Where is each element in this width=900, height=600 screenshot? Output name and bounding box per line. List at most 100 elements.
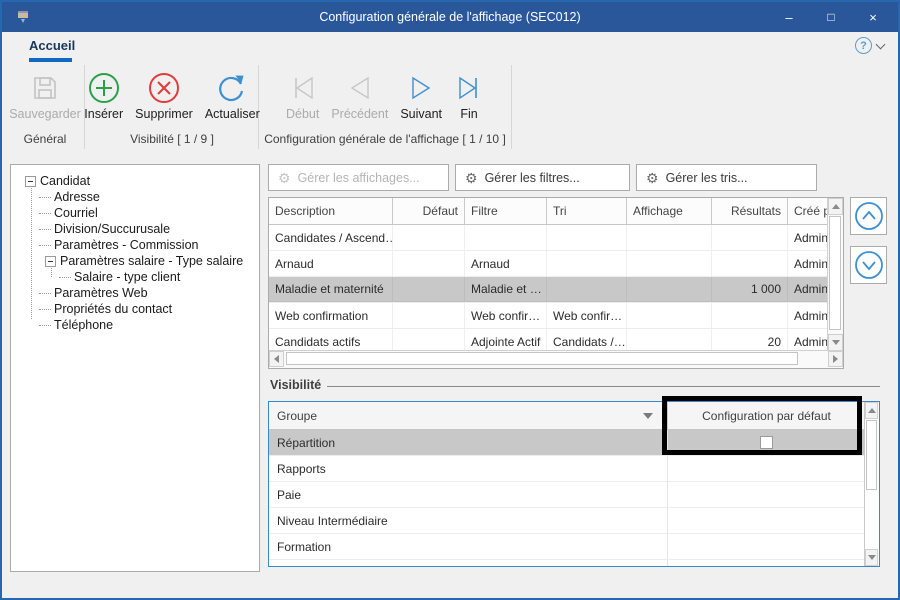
- group-label-visibilite: Visibilité [ 1 / 9 ]: [86, 132, 258, 146]
- ribbon-group-visibilite: Insérer Supprimer: [86, 62, 258, 150]
- gear-icon: ⚙: [646, 171, 659, 185]
- tab-accueil[interactable]: Accueil: [29, 38, 75, 53]
- col-resultats[interactable]: Résultats: [712, 198, 788, 224]
- grid-horizontal-scrollbar[interactable]: [269, 350, 843, 368]
- group-label-general: Général: [6, 132, 84, 146]
- grid-row[interactable]: Web confirmation Web confir… Web confir……: [269, 303, 843, 329]
- minimize-button[interactable]: –: [768, 2, 810, 32]
- scrollbar-thumb[interactable]: [866, 420, 877, 490]
- ribbon-toolbar: Sauvegarder Général Insérer: [2, 62, 898, 154]
- last-record-button[interactable]: Fin: [449, 67, 489, 123]
- move-up-button[interactable]: [850, 197, 887, 235]
- scroll-up-button[interactable]: [865, 402, 878, 419]
- x-circle-icon: [147, 69, 181, 107]
- tree-item-division[interactable]: Division/Succurusale: [39, 221, 170, 237]
- tree-item-candidat[interactable]: Candidat: [25, 173, 90, 189]
- gear-icon: ⚙: [465, 171, 478, 185]
- group-separator: [511, 65, 512, 149]
- group-label-configuration: Configuration générale de l'affichage [ …: [260, 132, 510, 146]
- help-icon: ?: [855, 37, 872, 54]
- content-area: Candidat Adresse Courriel Division/Succu…: [2, 153, 898, 598]
- ribbon-group-navigation: Début Précédent Su: [260, 62, 510, 150]
- visibility-row[interactable]: Paie: [269, 482, 879, 508]
- scrollbar-thumb[interactable]: [829, 216, 841, 330]
- tree-item-courriel[interactable]: Courriel: [39, 205, 98, 221]
- tree-item-adresse[interactable]: Adresse: [39, 189, 100, 205]
- maximize-button[interactable]: □: [810, 2, 852, 32]
- insert-button[interactable]: Insérer: [79, 67, 128, 123]
- ribbon-tab-row: Accueil ?: [2, 32, 898, 62]
- refresh-button[interactable]: Actualiser: [200, 67, 265, 123]
- tree-rail: [31, 183, 33, 319]
- col-description[interactable]: Description: [269, 198, 393, 224]
- tree-collapse-icon[interactable]: [25, 176, 36, 187]
- dropdown-arrow-icon[interactable]: [643, 413, 653, 419]
- chevron-down-circle-icon: [853, 249, 885, 281]
- tree-collapse-icon[interactable]: [45, 256, 56, 267]
- app-window: Configuration générale de l'affichage (S…: [0, 0, 900, 600]
- triangle-right-bar-icon: [454, 69, 484, 107]
- refresh-icon: [215, 69, 249, 107]
- visibility-table: Groupe Configuration par défaut Répartit…: [268, 401, 880, 567]
- title-bar: Configuration générale de l'affichage (S…: [2, 2, 898, 32]
- manage-views-button[interactable]: ⚙ Gérer les affichages...: [268, 164, 449, 191]
- default-config-checkbox[interactable]: [760, 436, 773, 449]
- col-groupe[interactable]: Groupe: [269, 402, 668, 429]
- scrollbar-thumb[interactable]: [286, 352, 798, 365]
- save-floppy-icon: [31, 69, 59, 107]
- scroll-up-button[interactable]: [828, 198, 843, 215]
- triangle-left-icon: [346, 69, 374, 107]
- tree-item-parametres-commission[interactable]: Paramètres - Commission: [39, 237, 198, 253]
- visibility-row[interactable]: Rapports: [269, 456, 879, 482]
- col-filtre[interactable]: Filtre: [465, 198, 547, 224]
- close-button[interactable]: ×: [852, 2, 894, 32]
- app-icon: [18, 11, 28, 18]
- visibility-row-clipped[interactable]: Facturation: [269, 560, 879, 567]
- col-configuration-par-defaut[interactable]: Configuration par défaut: [668, 402, 865, 429]
- move-down-button[interactable]: [850, 246, 887, 284]
- tree-item-proprietes-contact[interactable]: Propriétés du contact: [39, 301, 172, 317]
- visibility-vertical-scrollbar[interactable]: [864, 402, 879, 566]
- save-button[interactable]: Sauvegarder: [4, 67, 86, 123]
- manage-filters-button[interactable]: ⚙ Gérer les filtres...: [455, 164, 630, 191]
- grid-vertical-scrollbar[interactable]: [827, 198, 843, 351]
- category-tree: Candidat Adresse Courriel Division/Succu…: [10, 164, 260, 572]
- triangle-left-bar-icon: [288, 69, 318, 107]
- first-record-button[interactable]: Début: [281, 67, 324, 123]
- help-button[interactable]: ?: [855, 37, 884, 54]
- triangle-right-icon: [407, 69, 435, 107]
- tree-item-parametres-web[interactable]: Paramètres Web: [39, 285, 148, 301]
- visibility-section-label: Visibilité: [270, 378, 327, 392]
- manage-sorts-button[interactable]: ⚙ Gérer les tris...: [636, 164, 817, 191]
- tree-item-telephone[interactable]: Téléphone: [39, 317, 113, 333]
- scroll-right-button[interactable]: [828, 351, 843, 367]
- grid-row[interactable]: Candidates / Ascend… Admin: [269, 225, 843, 251]
- previous-record-button[interactable]: Précédent: [326, 67, 393, 123]
- tree-item-parametres-salaire[interactable]: Paramètres salaire - Type salaire: [45, 253, 243, 269]
- grid-header-row: Description Défaut Filtre Tri Affichage …: [269, 198, 843, 225]
- grid-row[interactable]: Arnaud Arnaud Admin: [269, 251, 843, 277]
- gear-icon: ⚙: [278, 171, 291, 185]
- chevron-down-icon: [876, 39, 886, 49]
- next-record-button[interactable]: Suivant: [395, 67, 447, 123]
- ribbon-group-general: Sauvegarder Général: [6, 62, 84, 150]
- scroll-down-button[interactable]: [865, 549, 878, 566]
- chevron-up-circle-icon: [853, 200, 885, 232]
- scroll-down-button[interactable]: [828, 334, 843, 351]
- visibility-row[interactable]: Formation: [269, 534, 879, 560]
- col-cree-par[interactable]: Créé p: [788, 198, 828, 224]
- visibility-row-selected[interactable]: Répartition: [269, 430, 879, 456]
- grid-row-selected[interactable]: Maladie et maternité Maladie et … 1 000 …: [269, 277, 843, 303]
- visibility-section-rule: [270, 386, 880, 387]
- delete-button[interactable]: Supprimer: [130, 67, 198, 123]
- col-affichage[interactable]: Affichage: [627, 198, 712, 224]
- col-tri[interactable]: Tri: [547, 198, 627, 224]
- window-title: Configuration générale de l'affichage (S…: [2, 10, 898, 24]
- configurations-grid: Description Défaut Filtre Tri Affichage …: [268, 197, 844, 369]
- visibility-header-row: Groupe Configuration par défaut: [269, 402, 879, 430]
- scroll-left-button[interactable]: [269, 351, 284, 367]
- tree-item-salaire-type-client[interactable]: Salaire - type client: [59, 269, 180, 285]
- col-defaut[interactable]: Défaut: [393, 198, 465, 224]
- plus-circle-icon: [87, 69, 121, 107]
- visibility-row[interactable]: Niveau Intermédiaire: [269, 508, 879, 534]
